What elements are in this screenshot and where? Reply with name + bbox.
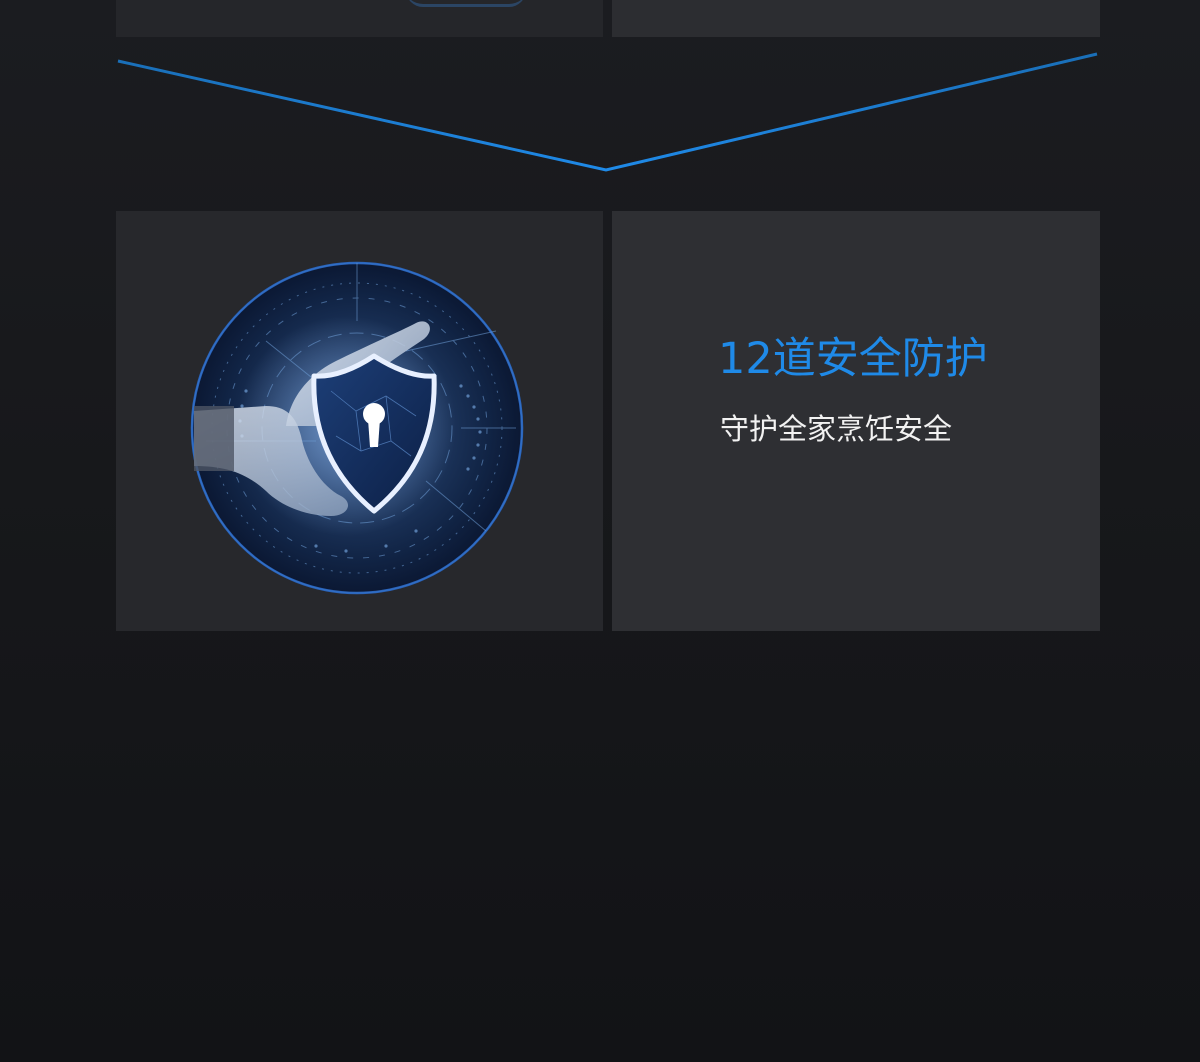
security-image-tile [116, 211, 603, 631]
feature-title: 12道安全防护 [718, 334, 988, 384]
page: 12道安全防护 守护全家烹饪安全 [0, 0, 1200, 1062]
shield-lock-icon [190, 261, 524, 595]
feature-text-tile: 12道安全防护 守护全家烹饪安全 [612, 211, 1100, 631]
feature-subtitle: 守护全家烹饪安全 [720, 412, 953, 446]
chevron-down-icon [117, 52, 1098, 172]
